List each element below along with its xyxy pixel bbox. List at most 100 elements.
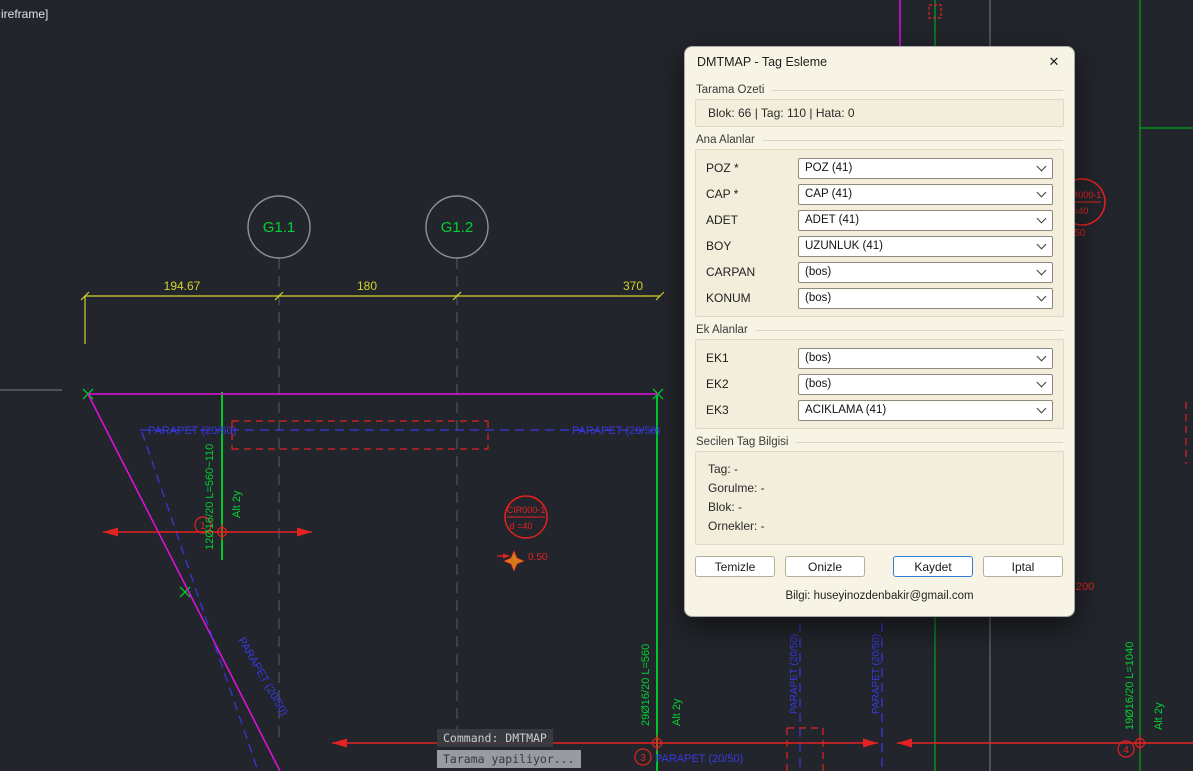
svg-text:G1.2: G1.2 xyxy=(441,219,474,236)
chevron-down-icon xyxy=(1036,239,1047,249)
temizle-button[interactable]: Temizle xyxy=(695,556,775,577)
field-label: EK2 xyxy=(706,377,729,391)
field-label: CAP * xyxy=(706,187,739,201)
close-icon[interactable]: ✕ xyxy=(1042,51,1066,73)
grid-lines xyxy=(278,258,458,738)
onizle-button[interactable]: Onizle xyxy=(785,556,865,577)
extra-fields-box: EK1 (bos) EK2 (bos) EK3 ACIKLAMA (41) xyxy=(695,339,1064,429)
selected-tag-line: Tag: - xyxy=(708,462,739,476)
parapet-label: PARAPET (20/50) xyxy=(655,753,743,765)
combo-value: ACIKLAMA (41) xyxy=(805,404,887,416)
cad-viewport: 194.67 180 370 G1.1 G1.2 PARAPET (20/50)… xyxy=(0,0,1193,771)
group-label-extra-fields: Ek Alanlar xyxy=(696,324,1063,336)
chevron-down-icon xyxy=(1036,377,1047,387)
rebar-label: Alt 2y xyxy=(1153,702,1165,730)
dialog-buttons: Temizle Onizle Kaydet Iptal xyxy=(695,556,1064,577)
parapet-label: PARAPET (20/50) xyxy=(871,634,882,714)
chevron-down-icon xyxy=(1036,213,1047,223)
combo-value: (bos) xyxy=(805,352,832,364)
dialog-titlebar[interactable]: DMTMAP - Tag Esleme ✕ xyxy=(685,47,1074,77)
boy-combobox[interactable]: UZUNLUK (41) xyxy=(798,235,1053,257)
svg-text:d =40: d =40 xyxy=(510,521,533,531)
adet-combobox[interactable]: ADET (41) xyxy=(798,209,1053,231)
field-row-ek3: EK3 ACIKLAMA (41) xyxy=(706,397,1053,423)
chevron-down-icon xyxy=(1036,265,1047,275)
node-number-3: 3 xyxy=(634,748,652,766)
grid-bubble-g11: G1.1 xyxy=(247,195,311,259)
dimension-value: 194.67 xyxy=(164,279,201,293)
command-line-status: Tarama yapiliyor... xyxy=(437,750,581,768)
chevron-down-icon xyxy=(1036,403,1047,413)
field-row-adet: ADET ADET (41) xyxy=(706,207,1053,233)
circle-tag-main xyxy=(504,495,548,539)
parapet-label: PARAPET (20/50) xyxy=(148,425,236,437)
combo-value: (bos) xyxy=(805,266,832,278)
field-row-ek1: EK1 (bos) xyxy=(706,345,1053,371)
dimension-line xyxy=(80,291,665,344)
rebar-label: 12Ø16/20 L=560~110 xyxy=(204,444,216,550)
ek1-combobox[interactable]: (bos) xyxy=(798,347,1053,369)
cap-combobox[interactable]: CAP (41) xyxy=(798,183,1053,205)
parapet-label: PARAPET (20/50) xyxy=(572,425,660,437)
circle-tag-main-text: CIR000-1 d =40 xyxy=(507,505,546,531)
chevron-down-icon xyxy=(1036,291,1047,301)
chevron-down-icon xyxy=(1036,351,1047,361)
field-label: EK3 xyxy=(706,403,729,417)
group-label-scan-summary: Tarama Ozeti xyxy=(696,84,1063,96)
chevron-down-icon xyxy=(1036,187,1047,197)
svg-text:4: 4 xyxy=(1123,745,1129,756)
combo-value: UZUNLUK (41) xyxy=(805,240,883,252)
poz-combobox[interactable]: POZ (41) xyxy=(798,157,1053,179)
field-label: CARPAN xyxy=(706,265,756,279)
field-label: POZ * xyxy=(706,161,739,175)
offset-annotation: 0.50 xyxy=(497,550,548,572)
command-line-input[interactable]: Command: DMTMAP xyxy=(437,729,553,747)
selected-tag-line: Blok: - xyxy=(708,500,743,514)
selected-tag-box: Tag: - Gorulme: - Blok: - Ornekler: - xyxy=(695,451,1064,545)
dimension-values: 194.67 180 370 xyxy=(164,279,644,293)
selected-tag-line: Gorulme: - xyxy=(708,481,765,495)
kaydet-button[interactable]: Kaydet xyxy=(893,556,973,577)
dimension-value: 370 xyxy=(623,279,643,293)
field-row-konum: KONUM (bos) xyxy=(706,285,1053,311)
dialog-title: DMTMAP - Tag Esleme xyxy=(697,55,828,69)
rebar-label: Alt 2y xyxy=(231,490,243,518)
field-row-cap: CAP * CAP (41) xyxy=(706,181,1053,207)
dimension-value: 180 xyxy=(357,279,377,293)
dialog-footer-info: Bilgi: huseyinozdenbakir@gmail.com xyxy=(785,590,974,602)
field-label: KONUM xyxy=(706,291,751,305)
konum-combobox[interactable]: (bos) xyxy=(798,287,1053,309)
iptal-button[interactable]: Iptal xyxy=(983,556,1063,577)
field-row-carpan: CARPAN (bos) xyxy=(706,259,1053,285)
rebar-label: Alt 2y xyxy=(671,698,683,726)
parapet-label: PARAPET (20/50) xyxy=(789,634,800,714)
svg-text:CIR000-1: CIR000-1 xyxy=(507,505,546,515)
combo-value: CAP (41) xyxy=(805,188,853,200)
combo-value: ADET (41) xyxy=(805,214,860,226)
group-label-main-fields: Ana Alanlar xyxy=(696,134,1063,146)
field-row-poz: POZ * POZ (41) xyxy=(706,155,1053,181)
field-row-ek2: EK2 (bos) xyxy=(706,371,1053,397)
field-label: EK1 xyxy=(706,351,729,365)
svg-text:3: 3 xyxy=(640,753,646,764)
selected-tag-line: Ornekler: - xyxy=(708,519,765,533)
group-label-selected-tag: Secilen Tag Bilgisi xyxy=(696,436,1063,448)
svg-text:0.50: 0.50 xyxy=(528,552,548,563)
grid-bubble-g12: G1.2 xyxy=(425,195,489,259)
ek3-combobox[interactable]: ACIKLAMA (41) xyxy=(798,399,1053,421)
field-row-boy: BOY UZUNLUK (41) xyxy=(706,233,1053,259)
rebar-label: 19Ø16/20 L=1040 xyxy=(1124,642,1136,730)
viewport-style-label: ireframe] xyxy=(1,7,49,21)
field-label: BOY xyxy=(706,239,732,253)
scan-summary-box: Blok: 66 | Tag: 110 | Hata: 0 xyxy=(695,99,1064,127)
burst-icon xyxy=(503,550,525,572)
main-fields-box: POZ * POZ (41) CAP * CAP (41) ADET ADET … xyxy=(695,149,1064,317)
combo-value: (bos) xyxy=(805,292,832,304)
dialog-body: Tarama Ozeti Blok: 66 | Tag: 110 | Hata:… xyxy=(685,84,1074,602)
parapet-label: PARAPET (20/50) xyxy=(235,636,290,718)
combo-value: POZ (41) xyxy=(805,162,853,174)
snap-markers xyxy=(82,388,664,598)
ek2-combobox[interactable]: (bos) xyxy=(798,373,1053,395)
rebar-label: 29Ø16/20 L=560 xyxy=(640,644,652,726)
carpan-combobox[interactable]: (bos) xyxy=(798,261,1053,283)
